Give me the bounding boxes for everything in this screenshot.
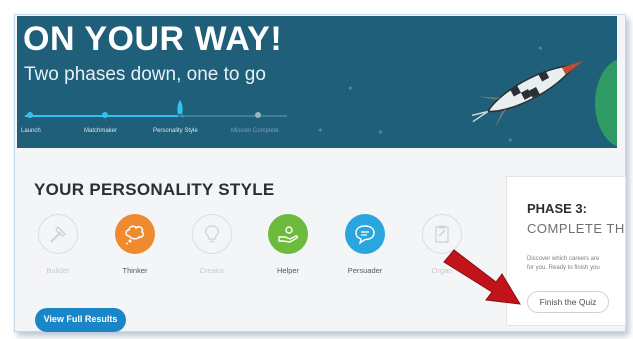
trait-label: Creator xyxy=(199,266,225,275)
trait-creator[interactable]: Creator xyxy=(182,214,242,275)
trait-label: Persuader xyxy=(347,266,383,275)
step-label-personality-style: Personality Style xyxy=(153,128,198,134)
finish-quiz-button[interactable]: Finish the Quiz xyxy=(527,291,609,313)
lightbulb-icon xyxy=(192,214,232,254)
trait-builder[interactable]: Builder xyxy=(28,214,88,275)
trait-label: Helper xyxy=(276,266,300,275)
star-icon: · xyxy=(412,71,415,80)
trait-label: Builder xyxy=(46,266,70,275)
hammer-icon xyxy=(38,214,78,254)
progress-fill xyxy=(25,115,177,117)
rocket-icon xyxy=(472,60,584,128)
thought-cloud-icon xyxy=(115,214,155,254)
helping-hand-icon xyxy=(268,214,308,254)
phase-description: Discover which careers are for you. Read… xyxy=(527,255,625,273)
star-icon: ✦ xyxy=(347,84,354,93)
trait-label: Thinker xyxy=(122,266,148,275)
trait-thinker[interactable]: Thinker xyxy=(105,214,165,275)
view-full-results-button[interactable]: View Full Results xyxy=(35,308,126,332)
phase-3-card: PHASE 3: COMPLETE TH Discover which care… xyxy=(506,176,626,326)
planet-graphic xyxy=(595,58,617,148)
banner-subtitle: Two phases down, one to go xyxy=(24,64,266,85)
trait-helper[interactable]: Helper xyxy=(258,214,318,275)
phase-title: PHASE 3: xyxy=(527,201,587,216)
phase-subtitle: COMPLETE TH xyxy=(527,221,625,236)
progress-banner: ON YOUR WAY! Two phases down, one to go … xyxy=(17,16,617,148)
section-title: YOUR PERSONALITY STYLE xyxy=(34,180,275,199)
step-label-matchmaker: Matchmaker xyxy=(84,128,118,134)
speech-bubble-icon xyxy=(345,214,385,254)
red-arrow-icon xyxy=(443,249,521,305)
trait-persuader[interactable]: Persuader xyxy=(335,214,395,275)
banner-title: ON YOUR WAY! xyxy=(23,20,283,58)
current-step-rocket-icon xyxy=(176,100,184,118)
star-icon: · xyxy=(437,56,440,65)
star-icon: ✦ xyxy=(507,136,514,145)
phase-description-line: Discover which careers are xyxy=(527,256,600,262)
step-label-launch: Launch xyxy=(21,128,41,134)
star-icon: ✦ xyxy=(317,126,324,135)
step-dot-matchmaker xyxy=(102,112,108,118)
star-icon: ✦ xyxy=(377,128,384,137)
phase-description-line: for you. Ready to finish you xyxy=(527,265,600,271)
step-label-mission-complete: Mission Complete xyxy=(231,128,279,134)
step-dot-launch xyxy=(27,112,33,118)
step-dot-mission-complete xyxy=(255,112,261,118)
